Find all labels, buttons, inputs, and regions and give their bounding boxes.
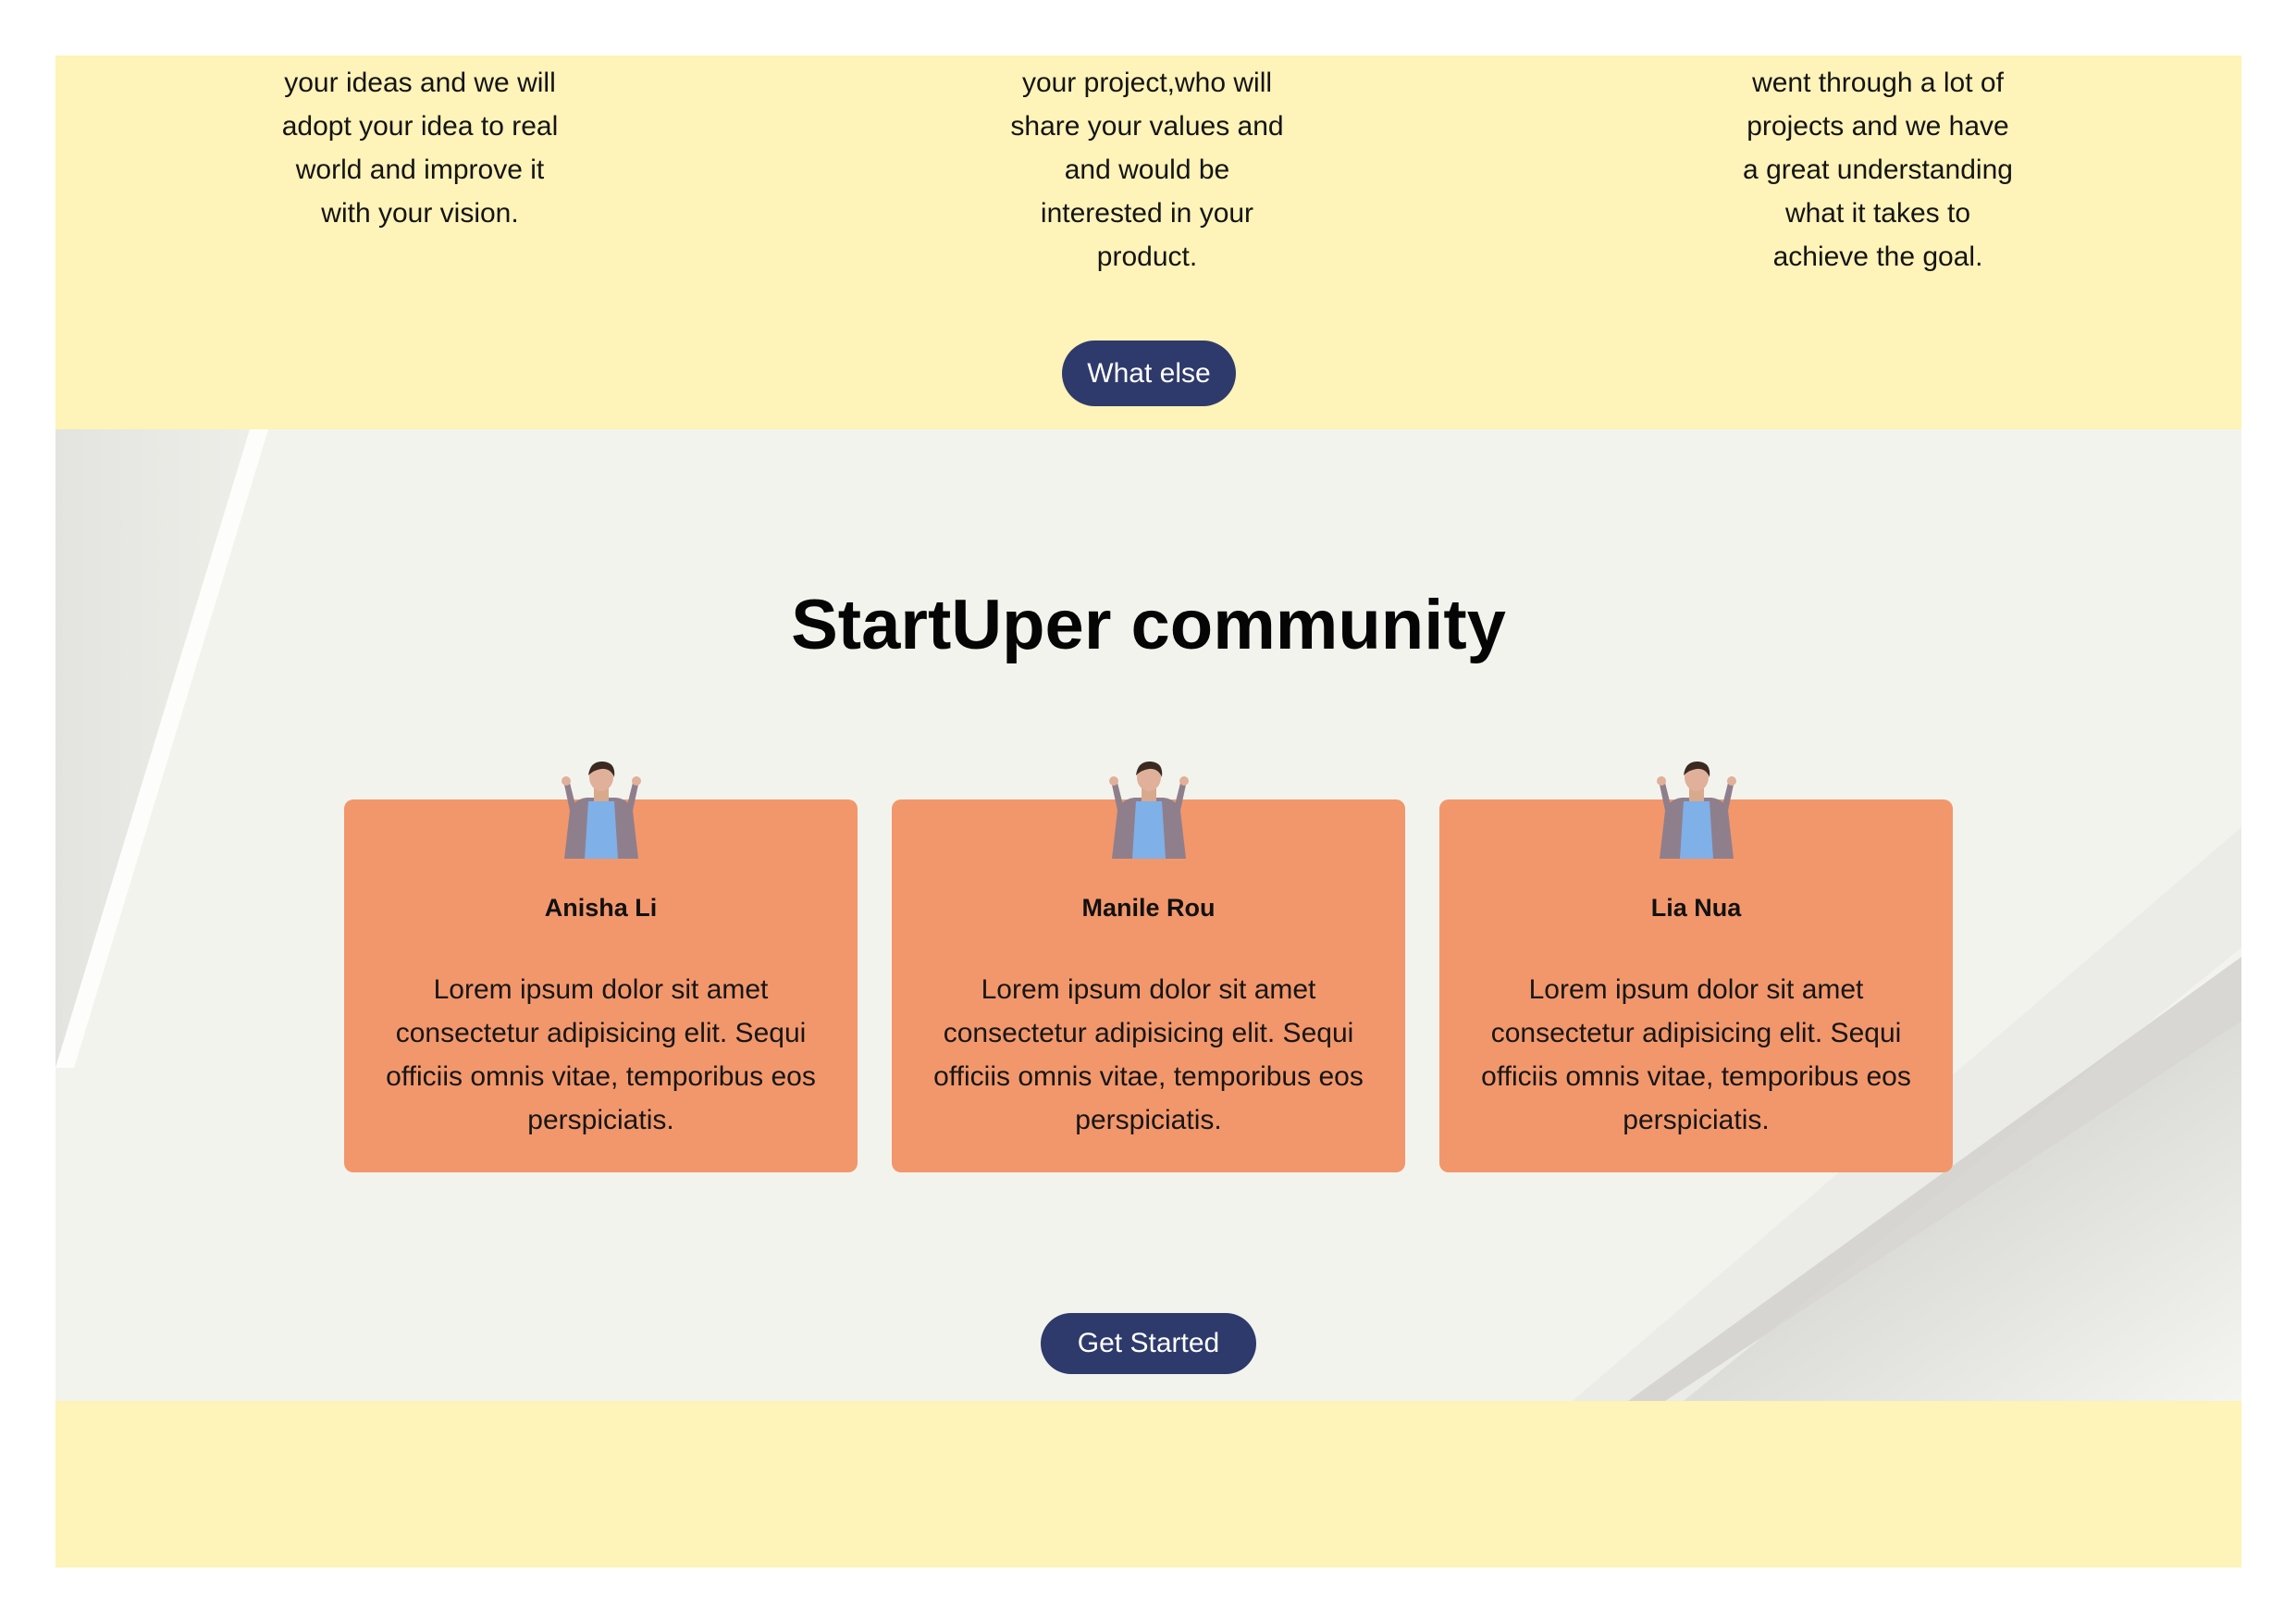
community-title: StartUper community — [791, 586, 1506, 664]
what-else-button[interactable]: What else — [1062, 341, 1236, 406]
member-name: Anisha Li — [544, 894, 658, 922]
member-bio: Lorem ipsum dolor sit amet consectetur a… — [386, 974, 816, 1135]
get-started-button[interactable]: Get Started — [1041, 1313, 1256, 1374]
member-avatar — [1657, 761, 1736, 859]
member-name: Lia Nua — [1650, 894, 1742, 922]
feature-text-3: went through a lot of projects and we ha… — [1743, 68, 2013, 272]
member-bio: Lorem ipsum dolor sit amet consectetur a… — [1481, 974, 1911, 1135]
community-section: StartUper community Anisha Li Lorem ipsu… — [56, 429, 2241, 1401]
features-section: your ideas and we will adopt your idea t… — [56, 56, 2241, 429]
member-bio: Lorem ipsum dolor sit amet consectetur a… — [933, 974, 1364, 1135]
feature-text-2: your project,who will share your values … — [1010, 68, 1284, 272]
member-avatar — [562, 761, 641, 859]
footer-section — [56, 1401, 2241, 1567]
member-name: Manile Rou — [1081, 894, 1216, 922]
feature-text-1: your ideas and we will adopt your idea t… — [281, 68, 559, 229]
page: your ideas and we will adopt your idea t… — [56, 56, 2241, 1567]
member-avatar — [1109, 761, 1189, 859]
